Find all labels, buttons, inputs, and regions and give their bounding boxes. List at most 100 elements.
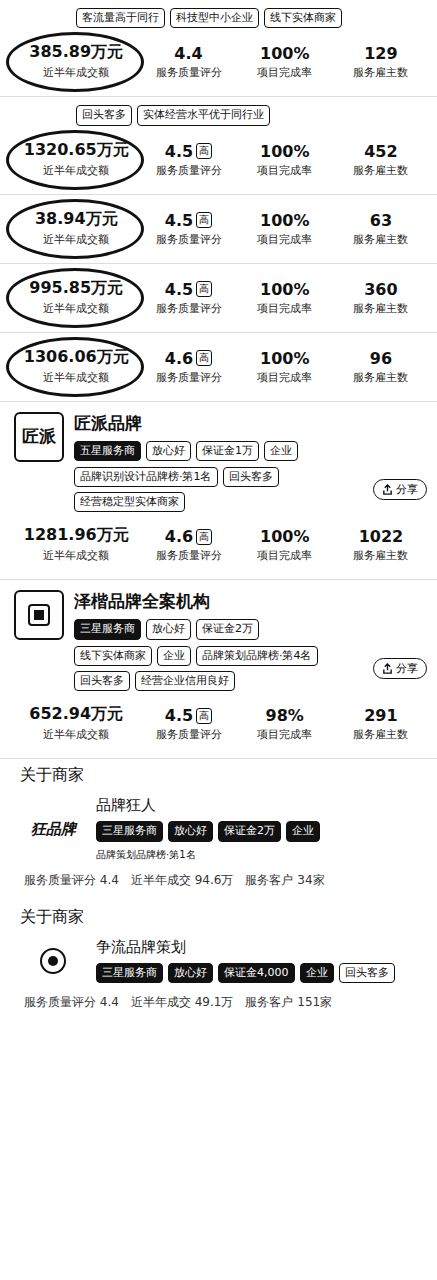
summary-item: 近半年成交 49.1万 [131,994,234,1011]
amount-stat: 1320.65万元近半年成交额 [14,134,138,184]
clients-label: 服务雇主数 [353,727,408,742]
clients-label: 服务雇主数 [353,370,408,385]
listing[interactable]: 995.85万元近半年成交额4.5高服务质量评分100%项目完成率360服务雇主… [0,264,437,333]
name-row: 泽楷品牌全案机构 [74,590,427,613]
about-merchant[interactable]: 关于商家争流品牌策划三星服务商放心好保证金4,000企业回头客多服务质量评分 4… [0,901,437,1023]
clients-value: 63 [370,211,392,230]
rating-stat: 4.5高服务质量评分 [142,136,234,184]
summary: 服务质量评分 4.4近半年成交 49.1万服务客户 151家 [24,994,423,1011]
badge: 企业 [264,441,298,461]
clients-stat: 63 服务雇主数 [335,205,427,253]
about-head: 争流品牌策划三星服务商放心好保证金4,000企业回头客多 [24,938,423,984]
rating-badge: 高 [196,143,212,159]
amount-label: 近半年成交额 [43,232,109,247]
summary: 服务质量评分 4.4 近半年成交 94.6万服务客户 34家 [24,872,423,889]
clients-label: 服务雇主数 [353,65,408,80]
listing[interactable]: 38.94万元近半年成交额4.5高服务质量评分100%项目完成率 63 服务雇主数 [0,195,437,264]
summary-item: 服务质量评分 4.4 [24,872,119,889]
circle-annotation [6,199,144,259]
amount-stat: 38.94万元近半年成交额 [14,203,138,253]
circle-annotation [6,337,144,397]
tag: 科技型中小企业 [170,8,259,28]
amount-label: 近半年成交额 [43,727,109,742]
amount-value: 1281.96万元 [24,525,129,546]
completion-value: 100% [260,280,309,299]
badge: 放心好 [146,619,191,639]
rating-stat: 4.6高服务质量评分 [142,521,234,569]
completion-value: 100% [260,142,309,161]
badge: 保证金2万 [218,821,281,841]
about-heading: 关于商家 [20,765,423,786]
badge: 三星服务商 [74,619,141,639]
tag-share-row: 品牌识别设计品牌榜·第1名回头客多经营稳定型实体商家分享 [74,467,427,513]
summary-item: 服务客户 34家 [245,872,324,889]
merchant-card[interactable]: 匠派匠派品牌五星服务商放心好保证金1万企业品牌识别设计品牌榜·第1名回头客多经营… [0,402,437,581]
merchant-head: 匠派匠派品牌五星服务商放心好保证金1万企业品牌识别设计品牌榜·第1名回头客多经营… [14,412,427,513]
merchant-card[interactable]: 泽楷品牌全案机构三星服务商放心好保证金2万线下实体商家企业品牌策划品牌榜·第4名… [0,580,437,759]
badge: 保证金1万 [196,441,259,461]
amount-stat: 652.94万元近半年成交额 [14,698,138,748]
tag-row: 品牌识别设计品牌榜·第1名回头客多经营稳定型实体商家 [74,467,367,513]
clients-value: 360 [364,280,397,299]
rating-stat: 4.5高服务质量评分 [142,205,234,253]
tag: 经营稳定型实体商家 [74,492,185,512]
amount-stat: 1306.06万元近半年成交额 [14,341,138,391]
clients-label: 服务雇主数 [353,232,408,247]
stats-row: 995.85万元近半年成交额4.5高服务质量评分100%项目完成率360服务雇主… [14,272,427,322]
completion-value: 100% [260,211,309,230]
circle-annotation [6,130,144,190]
completion-stat: 100%项目完成率 [239,38,331,86]
clients-value: 291 [364,706,397,725]
tag: 线下实体商家 [264,8,342,28]
badge-row: 三星服务商放心好保证金4,000企业回头客多 [96,963,395,983]
rating-value: 4.6高 [165,349,212,368]
name-row: 匠派品牌 [74,412,427,435]
tag: 企业 [157,646,191,666]
merchant-head: 泽楷品牌全案机构三星服务商放心好保证金2万线下实体商家企业品牌策划品牌榜·第4名… [14,590,427,691]
clients-value: 129 [364,44,397,63]
listing[interactable]: 1306.06万元近半年成交额4.6高服务质量评分100%项目完成率96服务雇主… [0,333,437,402]
rating-badge: 高 [196,281,212,297]
rating-label: 服务质量评分 [156,163,222,178]
rating-value: 4.5高 [165,142,212,161]
about-name: 品牌狂人 [96,796,320,815]
summary-item: 近半年成交 94.6万 [131,872,234,889]
clients-stat: 360服务雇主数 [335,274,427,322]
share-button[interactable]: 分享 [373,658,427,679]
rating-badge: 高 [196,529,212,545]
clients-label: 服务雇主数 [353,548,408,563]
about-merchant[interactable]: 关于商家狂品牌品牌狂人三星服务商放心好保证金2万企业品牌策划品牌榜·第1名服务质… [0,759,437,900]
shop-logo-icon [26,602,52,628]
listing[interactable]: 客流量高于同行科技型中小企业线下实体商家385.89万元近半年成交额4.4服务质… [0,0,437,97]
stats-row: 1320.65万元近半年成交额4.5高服务质量评分100%项目完成率452服务雇… [14,134,427,184]
completion-label: 项目完成率 [257,548,312,563]
amount-stat: 1281.96万元近半年成交额 [14,519,138,569]
clients-value: 1022 [359,527,404,546]
stats-row: 652.94万元近半年成交额4.5高服务质量评分98%项目完成率291服务雇主数 [14,698,427,748]
stats-row: 38.94万元近半年成交额4.5高服务质量评分100%项目完成率 63 服务雇主数 [14,203,427,253]
badge: 三星服务商 [96,821,163,841]
tag-row: 客流量高于同行科技型中小企业线下实体商家 [14,8,427,28]
merchant-logo [14,590,64,640]
rating-value: 4.4 [174,44,202,63]
rating-label: 服务质量评分 [156,301,222,316]
completion-stat: 100%项目完成率 [239,343,331,391]
amount-label: 近半年成交额 [43,65,109,80]
clients-stat: 291 服务雇主数 [335,700,427,748]
completion-stat: 100%项目完成率 [239,205,331,253]
badge: 回头客多 [339,963,395,983]
clients-stat: 96服务雇主数 [335,343,427,391]
rating-label: 服务质量评分 [156,232,222,247]
rating-stat: 4.5高服务质量评分 [142,274,234,322]
badge: 放心好 [168,821,213,841]
amount-label: 近半年成交额 [43,548,109,563]
share-button[interactable]: 分享 [373,479,427,500]
completion-label: 项目完成率 [257,301,312,316]
summary-item: 服务质量评分 4.4 [24,994,119,1011]
clients-stat: 452服务雇主数 [335,136,427,184]
page: 客流量高于同行科技型中小企业线下实体商家385.89万元近半年成交额4.4服务质… [0,0,437,1023]
listing[interactable]: 回头客多实体经营水平优于同行业1320.65万元近半年成交额4.5高服务质量评分… [0,97,437,194]
rating-stat: 4.5高服务质量评分 [142,700,234,748]
rating-value: 4.6高 [165,527,212,546]
badge-row: 三星服务商放心好保证金2万 [74,619,427,639]
